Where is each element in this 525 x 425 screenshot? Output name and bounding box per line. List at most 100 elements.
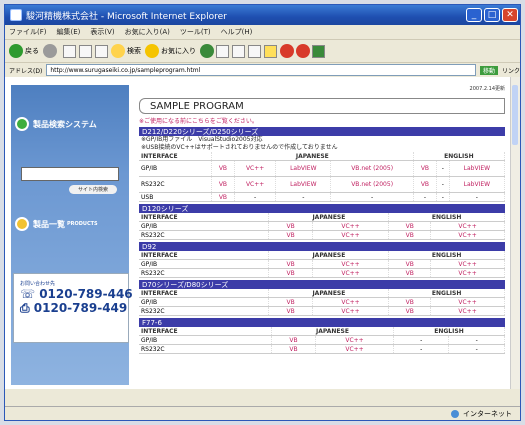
- header-japanese: JAPANESE: [211, 152, 414, 161]
- cell-empty: -: [413, 192, 438, 202]
- download-link[interactable]: VB: [388, 230, 432, 240]
- office-icon[interactable]: [296, 44, 310, 58]
- table-row: GP/IB VB VC++ VB VC++: [139, 221, 505, 231]
- download-link[interactable]: VB: [268, 230, 313, 240]
- scroll-thumb[interactable]: [512, 85, 518, 145]
- series-header: D70シリーズ/D80シリーズ: [139, 280, 505, 289]
- program-table: INTERFACE JAPANESE ENGLISH GP/IB VB VC++…: [139, 251, 505, 278]
- download-link[interactable]: VC++: [430, 306, 505, 316]
- address-input[interactable]: http://www.surugaseiki.co.jp/sampleprogr…: [46, 64, 476, 76]
- download-link[interactable]: VC++: [312, 221, 390, 231]
- maximize-button[interactable]: □: [484, 8, 500, 22]
- row-interface: GP/IB: [139, 160, 212, 177]
- favorites-button[interactable]: お気に入り: [145, 44, 196, 58]
- edit-icon[interactable]: [264, 44, 277, 58]
- download-link[interactable]: VC++: [315, 335, 394, 345]
- product-list-link[interactable]: 製品一覧 PRODUCTS: [15, 215, 125, 233]
- security-zone: インターネット: [463, 409, 512, 418]
- download-link[interactable]: VC++: [312, 230, 390, 240]
- download-link[interactable]: VC++: [312, 297, 390, 307]
- download-link[interactable]: LabVIEW: [449, 176, 506, 193]
- messenger-icon[interactable]: [312, 44, 325, 58]
- menu-view[interactable]: 表示(V): [90, 27, 114, 37]
- download-link[interactable]: VB: [388, 259, 432, 269]
- forward-button[interactable]: [43, 44, 59, 58]
- status-bar: インターネット: [5, 406, 520, 420]
- address-bar: アドレス(D) http://www.surugaseiki.co.jp/sam…: [5, 63, 520, 78]
- download-link[interactable]: VB: [388, 297, 432, 307]
- toolbar: 戻る 検索 お気に入り: [5, 40, 520, 63]
- links-label[interactable]: リンク: [502, 66, 520, 75]
- table-row: GP/IB VB VC++ - -: [139, 335, 505, 345]
- print-icon[interactable]: [248, 44, 261, 58]
- download-link[interactable]: VB: [211, 192, 236, 202]
- download-link[interactable]: VB: [388, 268, 432, 278]
- download-link[interactable]: VC++: [234, 160, 277, 177]
- download-link[interactable]: LabVIEW: [275, 176, 332, 193]
- back-button[interactable]: 戻る: [9, 44, 39, 58]
- download-link[interactable]: VC++: [430, 297, 505, 307]
- download-link[interactable]: VB: [268, 268, 313, 278]
- download-link[interactable]: VC++: [430, 221, 505, 231]
- minimize-button[interactable]: _: [466, 8, 482, 22]
- download-link[interactable]: VB.net (2005): [330, 176, 414, 193]
- stop-icon[interactable]: [63, 44, 76, 58]
- cell-empty: -: [436, 192, 450, 202]
- download-link[interactable]: VC++: [234, 176, 277, 193]
- header-english: ENGLISH: [388, 213, 505, 222]
- download-link[interactable]: VB: [268, 297, 313, 307]
- product-search-link[interactable]: 製品検索システム: [15, 115, 125, 133]
- download-link[interactable]: LabVIEW: [275, 160, 332, 177]
- mail-icon[interactable]: [232, 44, 245, 58]
- download-link[interactable]: VB: [413, 160, 438, 177]
- site-search-button[interactable]: サイト内検索: [69, 185, 117, 194]
- row-interface: RS232C: [139, 268, 270, 278]
- cell-empty: -: [448, 344, 505, 354]
- close-button[interactable]: ✕: [502, 8, 518, 22]
- apple-icon[interactable]: [280, 44, 294, 58]
- row-interface: GP/IB: [139, 297, 270, 307]
- download-link[interactable]: VC++: [312, 268, 390, 278]
- menu-edit[interactable]: 編集(E): [57, 27, 81, 37]
- home-icon[interactable]: [95, 44, 108, 58]
- refresh-icon[interactable]: [79, 44, 92, 58]
- program-table: INTERFACE JAPANESE ENGLISH GP/IB VB VC++…: [139, 327, 505, 354]
- vertical-scrollbar[interactable]: [510, 77, 520, 389]
- header-japanese: JAPANESE: [268, 213, 390, 222]
- download-link[interactable]: VC++: [430, 230, 505, 240]
- menu-help[interactable]: ヘルプ(H): [221, 27, 253, 37]
- cell-empty: -: [448, 335, 505, 345]
- download-link[interactable]: LabVIEW: [449, 160, 506, 177]
- download-link[interactable]: VB.net (2005): [330, 160, 414, 177]
- download-link[interactable]: VC++: [430, 268, 505, 278]
- download-link[interactable]: VB: [268, 306, 313, 316]
- usage-note-link[interactable]: ※ご使用になる前にこちらをご覧ください。: [139, 116, 505, 125]
- download-link[interactable]: VB: [271, 344, 317, 354]
- menu-file[interactable]: ファイル(F): [9, 27, 47, 37]
- download-link[interactable]: VB: [211, 176, 236, 193]
- download-link[interactable]: VC++: [312, 259, 390, 269]
- download-link[interactable]: VB: [388, 306, 432, 316]
- history-icon[interactable]: [216, 44, 229, 58]
- download-link[interactable]: VC++: [315, 344, 394, 354]
- cell-empty: -: [393, 335, 450, 345]
- search-button[interactable]: 検索: [111, 44, 141, 58]
- download-link[interactable]: VC++: [312, 306, 390, 316]
- header-interface: INTERFACE: [139, 327, 272, 336]
- download-link[interactable]: VB: [413, 176, 438, 193]
- browser-window: 駿河精機株式会社 - Microsoft Internet Explorer _…: [4, 4, 521, 421]
- header-interface: INTERFACE: [139, 152, 212, 161]
- site-search-input[interactable]: [21, 167, 119, 181]
- download-link[interactable]: VB: [268, 259, 313, 269]
- series-section: D120シリーズ INTERFACE JAPANESE ENGLISH GP/I…: [139, 204, 505, 240]
- download-link[interactable]: VB: [271, 335, 317, 345]
- download-link[interactable]: VB: [211, 160, 236, 177]
- go-button[interactable]: 移動: [479, 65, 498, 75]
- download-link[interactable]: VB: [268, 221, 313, 231]
- download-link[interactable]: VC++: [430, 259, 505, 269]
- menu-favorites[interactable]: お気に入り(A): [125, 27, 170, 37]
- media-icon[interactable]: [200, 44, 214, 58]
- main-area: 2007.2.14更新 SAMPLE PROGRAM ※ご使用になる前にこちらを…: [139, 85, 506, 354]
- download-link[interactable]: VB: [388, 221, 432, 231]
- menu-tools[interactable]: ツール(T): [180, 27, 211, 37]
